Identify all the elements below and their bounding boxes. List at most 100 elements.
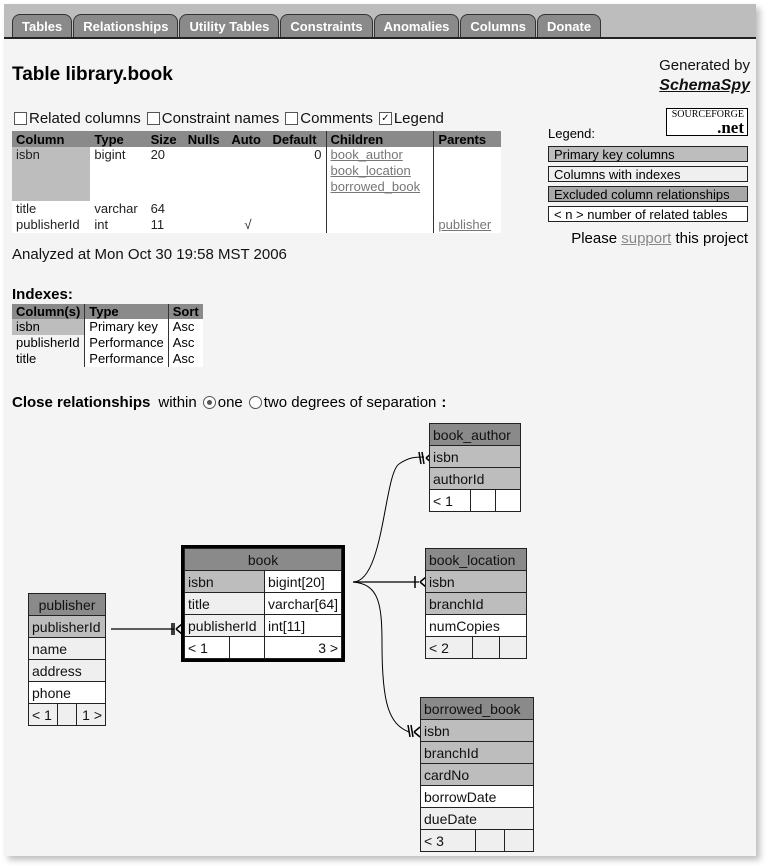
col-header: Nulls <box>183 131 228 147</box>
parents-count: < 1 <box>28 703 58 726</box>
cell-sort: Asc <box>167 351 203 367</box>
checkbox-icon[interactable] <box>14 112 27 125</box>
entity-column: phone <box>28 681 106 704</box>
tab-donate[interactable]: Donate <box>537 14 602 37</box>
option-two-label[interactable]: two degrees of separation <box>264 394 437 411</box>
option-label: Comments <box>300 110 373 127</box>
cell-nulls <box>183 217 228 233</box>
entity-column: isbn <box>184 570 265 593</box>
columns-table: Column Type Size Nulls Auto Default Chil… <box>12 131 501 233</box>
page-title: Table library.book <box>12 64 173 85</box>
cell-type: Performance <box>84 335 169 351</box>
col-header: Default <box>268 131 326 147</box>
entity-title: book_author <box>429 423 521 446</box>
col-header: Type <box>90 131 147 147</box>
table-row: title Performance Asc <box>12 351 203 367</box>
tab-constraints[interactable]: Constraints <box>280 14 373 37</box>
spacer-cell <box>470 489 496 512</box>
entity-column: cardNo <box>420 763 534 786</box>
sourceforge-logo[interactable]: SOURCEFORGE .net <box>666 108 748 136</box>
support-prefix: Please <box>571 230 618 247</box>
generated-by-label: Generated by <box>659 57 750 74</box>
entity-title: book_location <box>425 548 527 571</box>
entity-publisher[interactable]: publisher publisherId name address phone… <box>28 593 106 726</box>
entity-column: title <box>184 592 265 615</box>
checkbox-checked-icon[interactable]: ✓ <box>378 112 392 125</box>
entity-column: name <box>28 637 106 660</box>
table-header-row: Column Type Size Nulls Auto Default Chil… <box>12 131 501 147</box>
cell-children <box>325 217 434 233</box>
checkbox-icon[interactable] <box>285 112 299 125</box>
table-row: publisherId int 11 √ publisher <box>12 217 501 233</box>
radio-two[interactable] <box>248 396 262 409</box>
legend-label: Legend: <box>548 126 595 141</box>
entity-book[interactable]: book isbn bigint[20] title varchar[64] pub… <box>181 545 346 662</box>
spacer-cell <box>229 636 265 659</box>
radio-one[interactable] <box>202 396 216 409</box>
child-link[interactable]: book_location <box>331 163 430 179</box>
option-label: Legend <box>393 110 444 127</box>
tab-columns[interactable]: Columns <box>460 14 537 37</box>
col-header: Type <box>84 304 169 319</box>
option-comments[interactable]: Comments <box>285 110 373 127</box>
col-header: Auto <box>227 131 269 147</box>
parents-count: < 1 <box>429 489 471 512</box>
cell-column: title <box>12 201 91 217</box>
cell-auto <box>227 147 269 201</box>
entity-title: borrowed_book <box>420 697 534 720</box>
table-row: isbn bigint 20 0 book_author book_locati… <box>12 147 501 201</box>
tab-bar: Tables Relationships Utility Tables Cons… <box>4 4 756 39</box>
entity-column: address <box>28 659 106 682</box>
parents-count: < 3 <box>420 829 476 852</box>
children-count: 1 > <box>76 703 106 726</box>
entity-book-author[interactable]: book_author isbn authorId < 1 <box>429 423 521 512</box>
parents-count: < 1 <box>184 636 230 659</box>
entity-book-location[interactable]: book_location isbn branchId numCopies < … <box>425 548 527 659</box>
entity-title: book <box>183 548 343 571</box>
entity-column: publisherId <box>184 614 265 637</box>
entity-column: isbn <box>420 719 534 742</box>
support-text: Please support this project <box>571 230 748 247</box>
cell-type: varchar <box>90 201 147 217</box>
cell-parents: publisher <box>433 217 501 233</box>
table-row: title varchar 64 <box>12 201 501 217</box>
entity-borrowed-book[interactable]: borrowed_book isbn branchId cardNo borro… <box>420 697 534 852</box>
checkbox-icon[interactable] <box>146 112 160 125</box>
spacer-cell <box>472 636 500 659</box>
tab-relationships[interactable]: Relationships <box>73 14 179 37</box>
cell-type: bigint <box>90 147 147 201</box>
table-row: publisherId Performance Asc <box>12 335 203 351</box>
entity-column-type: varchar[64] <box>263 592 343 615</box>
child-link[interactable]: borrowed_book <box>331 179 430 195</box>
tab-utility-tables[interactable]: Utility Tables <box>179 14 280 37</box>
cell-nulls <box>183 147 228 201</box>
support-link[interactable]: support <box>621 230 671 247</box>
entity-column: isbn <box>429 445 521 468</box>
col-header: Column(s) <box>12 304 85 319</box>
indexes-table: Column(s) Type Sort isbn Primary key Asc… <box>12 304 203 367</box>
cell-column: publisherId <box>12 335 85 351</box>
relation-line-borrowed-book <box>352 581 410 733</box>
entity-title: publisher <box>28 593 106 616</box>
option-related-columns[interactable]: Related columns <box>14 110 141 127</box>
spacer-cell <box>475 829 505 852</box>
cell-column: isbn <box>12 147 91 201</box>
cell-auto: √ <box>227 217 269 233</box>
schemaspy-link[interactable]: SchemaSpy <box>659 77 750 94</box>
entity-column: branchId <box>425 592 527 615</box>
tab-tables[interactable]: Tables <box>12 14 73 37</box>
legend-excluded-relationships: Excluded column relationships <box>548 186 748 202</box>
option-one-label[interactable]: one <box>218 394 243 411</box>
cell-size: 11 <box>146 217 184 233</box>
tab-anomalies[interactable]: Anomalies <box>373 14 460 37</box>
analyzed-timestamp: Analyzed at Mon Oct 30 19:58 MST 2006 <box>12 246 287 263</box>
cell-default: 0 <box>268 147 326 201</box>
child-link[interactable]: book_author <box>331 147 430 163</box>
parent-link[interactable]: publisher <box>438 217 497 233</box>
table-header-row: Column(s) Type Sort <box>12 304 203 319</box>
option-constraint-names[interactable]: Constraint names <box>146 110 279 127</box>
entity-column: branchId <box>420 741 534 764</box>
option-legend[interactable]: ✓ Legend <box>378 110 444 127</box>
close-relationships-label: Close relationships <box>12 394 151 411</box>
col-header: Children <box>325 131 434 147</box>
